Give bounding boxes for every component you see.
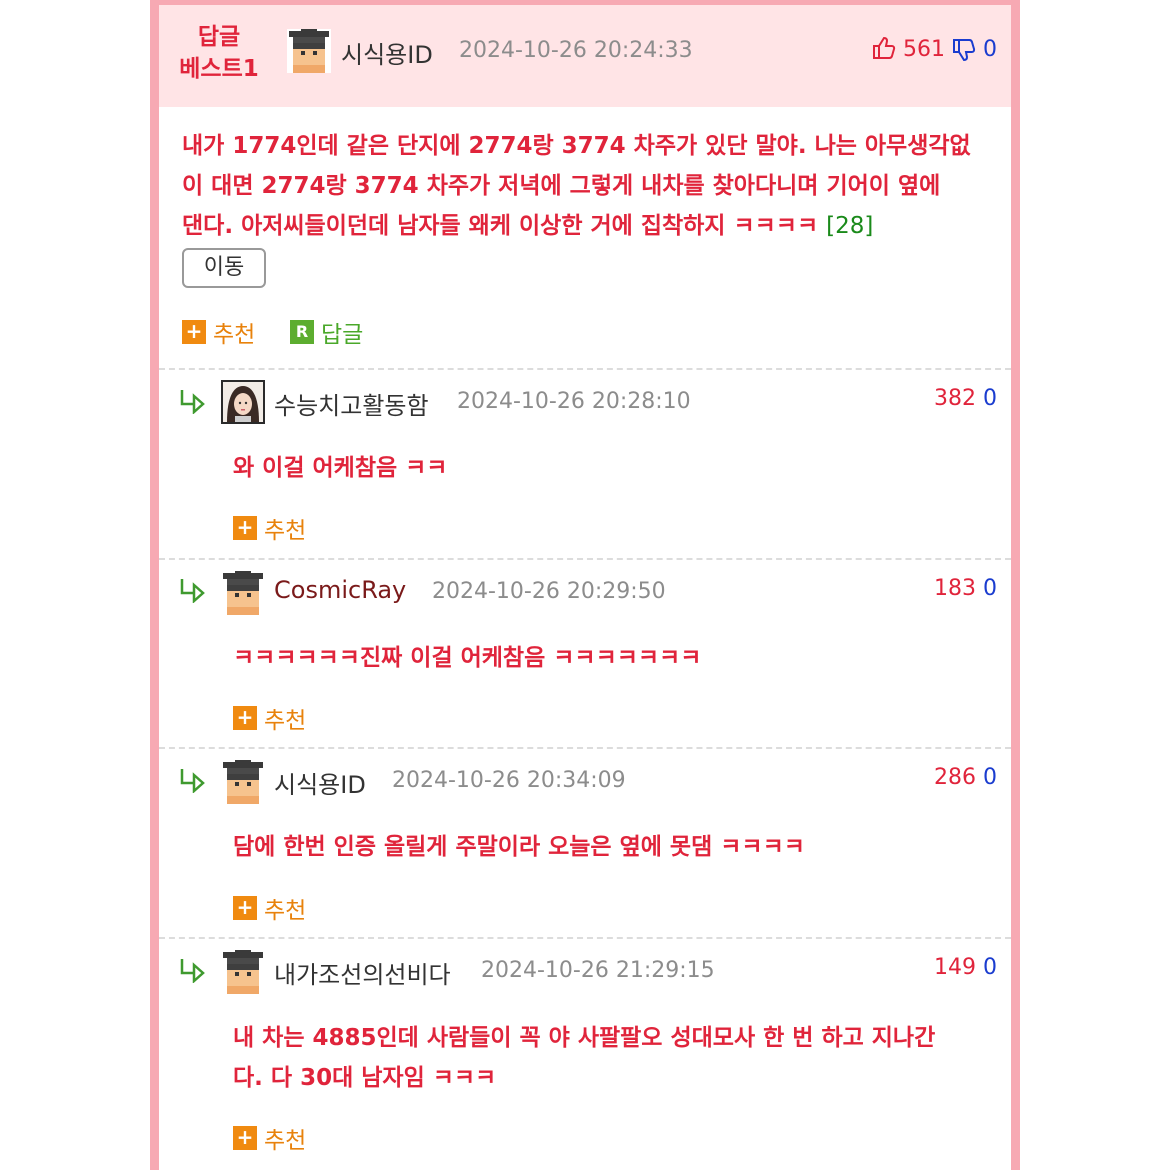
upvote-count: 561: [903, 37, 945, 62]
post-body-line: 댄다. 아저씨들이던데 남자들 왜케 이상한 거에 집착하지 ㅋㅋㅋㅋ: [182, 213, 819, 239]
reply-date: 2024-10-26 20:28:10: [457, 389, 691, 414]
downvote-count: 0: [983, 386, 997, 411]
move-button[interactable]: 이동: [182, 248, 266, 288]
reply-body-line: 담에 한번 인증 올릴게 주말이라 오늘은 옆에 못댐 ㅋㅋㅋㅋ: [233, 834, 805, 860]
plus-icon: +: [233, 1126, 257, 1150]
reply-body-line: ㅋㅋㅋㅋㅋㅋ진짜 이걸 어케참음 ㅋㅋㅋㅋㅋㅋㅋ: [233, 645, 702, 671]
reply-count[interactable]: [28]: [826, 213, 873, 239]
best-reply-badge: 답글 베스트1: [171, 21, 267, 85]
reply-date: 2024-10-26 20:29:50: [432, 579, 666, 604]
reply-nickname[interactable]: 시식용ID: [274, 765, 366, 800]
avatar[interactable]: [287, 29, 331, 73]
plus-icon: +: [182, 320, 206, 344]
reply-arrow-icon: [180, 959, 205, 983]
plus-icon: +: [233, 896, 257, 920]
thumbs-down-icon[interactable]: [952, 38, 976, 62]
vote-counter: 561 0: [872, 36, 997, 62]
recommend-button[interactable]: + 추천: [233, 891, 306, 925]
reply-vote-counter: 382 0: [934, 386, 997, 411]
reply-vote-counter: 286 0: [934, 765, 997, 790]
recommend-button[interactable]: + 추천: [233, 511, 306, 545]
plus-icon: +: [233, 706, 257, 730]
reply-body-line: 와 이걸 어케참음 ㅋㅋ: [233, 455, 448, 481]
downvote-count: 0: [983, 576, 997, 601]
post-body-line: 내가 1774인데 같은 단지에 2774랑 3774 차주가 있단 말야. 나…: [182, 133, 971, 159]
upvote-count: 286: [934, 765, 976, 790]
avatar[interactable]: [221, 571, 265, 615]
recommend-label: 추천: [213, 322, 256, 348]
reply-body-line: 내 차는 4885인데 사람들이 꼭 야 사팔팔오 성대모사 한 번 하고 지나…: [233, 1025, 936, 1051]
avatar[interactable]: [221, 380, 265, 424]
reply-arrow-icon: [180, 769, 205, 793]
reply-body-line: 다. 다 30대 남자임 ㅋㅋㅋ: [233, 1065, 497, 1091]
reply-label: 답글: [321, 322, 364, 348]
recommend-label: 추천: [264, 708, 307, 734]
reply-arrow-icon: [180, 390, 205, 414]
avatar[interactable]: [221, 950, 265, 994]
recommend-button[interactable]: + 추천: [233, 1121, 306, 1155]
recommend-button[interactable]: + 추천: [233, 701, 306, 735]
upvote-count: 382: [934, 386, 976, 411]
reply-body: ㅋㅋㅋㅋㅋㅋ진짜 이걸 어케참음 ㅋㅋㅋㅋㅋㅋㅋ: [233, 638, 993, 678]
reply-vote-counter: 183 0: [934, 576, 997, 601]
reply-date: 2024-10-26 21:29:15: [481, 958, 715, 983]
avatar[interactable]: [221, 760, 265, 804]
reply-vote-counter: 149 0: [934, 955, 997, 980]
divider: [159, 937, 1011, 939]
reply-body: 담에 한번 인증 올릴게 주말이라 오늘은 옆에 못댐 ㅋㅋㅋㅋ: [233, 827, 993, 867]
reply-arrow-icon: [180, 579, 205, 603]
plus-icon: +: [233, 516, 257, 540]
reply-body: 내 차는 4885인데 사람들이 꼭 야 사팔팔오 성대모사 한 번 하고 지나…: [233, 1018, 1003, 1098]
upvote-count: 183: [934, 576, 976, 601]
post-body: 내가 1774인데 같은 단지에 2774랑 3774 차주가 있단 말야. 나…: [182, 126, 1002, 246]
recommend-label: 추천: [264, 898, 307, 924]
divider: [159, 747, 1011, 749]
thumbs-up-icon[interactable]: [872, 36, 896, 60]
author-nickname[interactable]: 시식용ID: [341, 35, 433, 70]
reply-nickname[interactable]: CosmicRay: [274, 576, 406, 604]
divider: [159, 368, 1011, 370]
downvote-count: 0: [983, 955, 997, 980]
downvote-count: 0: [983, 37, 997, 62]
reply-date: 2024-10-26 20:34:09: [392, 768, 626, 793]
reply-button[interactable]: R 답글: [290, 315, 363, 349]
upvote-count: 149: [934, 955, 976, 980]
post-body-line: 이 대면 2774랑 3774 차주가 저녁에 그렇게 내차를 찾아다니며 기어…: [182, 173, 941, 199]
best-comment-header: 답글 베스트1 시식용ID 2024-10-26 20:24:33 561 0: [159, 5, 1011, 107]
comment-panel: 답글 베스트1 시식용ID 2024-10-26 20:24:33 561 0 …: [150, 0, 1020, 1170]
recommend-label: 추천: [264, 1128, 307, 1154]
best-label-line2: 베스트1: [179, 56, 259, 82]
reply-nickname[interactable]: 수능치고활동함: [274, 386, 429, 421]
downvote-count: 0: [983, 765, 997, 790]
best-label-line1: 답글: [197, 24, 241, 50]
post-date: 2024-10-26 20:24:33: [459, 38, 693, 63]
divider: [159, 558, 1011, 560]
reply-badge-icon: R: [290, 320, 314, 344]
recommend-label: 추천: [264, 518, 307, 544]
reply-body: 와 이걸 어케참음 ㅋㅋ: [233, 448, 993, 488]
reply-nickname[interactable]: 내가조선의선비다: [274, 955, 451, 990]
recommend-button[interactable]: + 추천: [182, 315, 255, 349]
